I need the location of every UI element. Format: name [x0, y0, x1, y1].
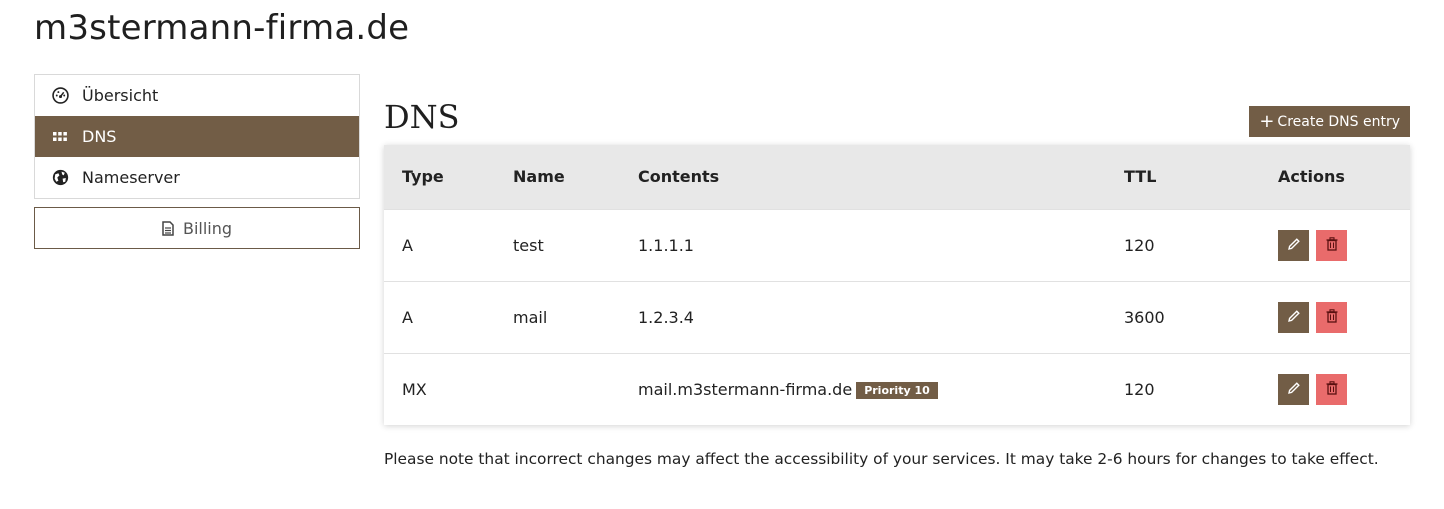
table-row: MX mail.m3stermann-firma.de Priority 10 1… — [384, 353, 1410, 425]
cell-name: test — [513, 235, 544, 255]
cell-ttl: 120 — [1124, 235, 1155, 255]
cell-type: A — [402, 235, 413, 255]
cell-name: mail — [513, 307, 548, 327]
site-title: m3stermann-firma.de — [34, 8, 410, 48]
delete-button[interactable] — [1316, 301, 1348, 333]
delete-button[interactable] — [1316, 229, 1348, 261]
cell-actions — [1260, 281, 1410, 353]
sidebar-nav: Übersicht DNS Nameserver — [34, 74, 360, 199]
billing-button[interactable]: Billing — [34, 207, 360, 249]
dns-table: Type Name Contents TTL Actions A test 1.… — [384, 145, 1410, 425]
column-header-actions: Actions — [1278, 167, 1345, 187]
cell-actions — [1260, 353, 1410, 425]
cell-contents: mail.m3stermann-firma.de Priority 10 — [620, 353, 1106, 425]
trash-icon — [1326, 308, 1338, 326]
sidebar-item-dns[interactable]: DNS — [35, 116, 359, 157]
cell-contents: 1.1.1.1 — [620, 209, 1106, 281]
plus-icon: + — [1259, 110, 1275, 132]
trash-icon — [1326, 236, 1338, 254]
globe-icon — [51, 169, 69, 187]
trash-icon — [1326, 381, 1338, 398]
cell-ttl: 3600 — [1124, 307, 1165, 327]
table-row: A mail 1.2.3.4 3600 — [384, 281, 1410, 353]
page-title: DNS — [384, 98, 460, 136]
contents-text: mail.m3stermann-firma.de — [638, 379, 853, 399]
cell-ttl: 120 — [1124, 379, 1155, 399]
delete-button[interactable] — [1316, 373, 1348, 405]
column-header-name: Name — [513, 167, 565, 187]
pencil-icon — [1287, 309, 1301, 326]
create-dns-entry-button[interactable]: + Create DNS entry — [1249, 106, 1410, 137]
column-header-contents: Contents — [638, 167, 720, 187]
cell-name — [495, 353, 620, 425]
contents-text: 1.2.3.4 — [638, 307, 694, 327]
pencil-icon — [1287, 381, 1301, 398]
cell-actions — [1260, 209, 1410, 281]
create-dns-entry-label: Create DNS entry — [1277, 113, 1400, 130]
edit-button[interactable] — [1278, 301, 1309, 333]
sidebar: Übersicht DNS Nameserver Billing — [34, 74, 360, 249]
edit-button[interactable] — [1278, 229, 1309, 261]
table-row: A test 1.1.1.1 120 — [384, 209, 1410, 281]
sidebar-item-label: Nameserver — [82, 168, 180, 187]
sidebar-item-label: Übersicht — [82, 86, 159, 105]
cell-type: MX — [402, 379, 427, 399]
table-header-row: Type Name Contents TTL Actions — [384, 145, 1410, 209]
grid-icon — [51, 128, 69, 146]
priority-badge: Priority 10 — [856, 381, 938, 399]
column-header-ttl: TTL — [1124, 167, 1157, 187]
dns-notice: Please note that incorrect changes may a… — [384, 450, 1379, 468]
billing-label: Billing — [182, 218, 233, 238]
document-icon — [162, 220, 174, 236]
sidebar-item-nameserver[interactable]: Nameserver — [35, 157, 359, 198]
sidebar-item-uebersicht[interactable]: Übersicht — [35, 75, 359, 116]
dashboard-icon — [51, 87, 69, 105]
cell-type: A — [402, 307, 413, 327]
pencil-icon — [1287, 237, 1301, 254]
sidebar-item-label: DNS — [82, 127, 117, 146]
edit-button[interactable] — [1278, 373, 1309, 405]
cell-contents: 1.2.3.4 — [620, 281, 1106, 353]
contents-text: 1.1.1.1 — [638, 235, 694, 255]
column-header-type: Type — [402, 167, 444, 187]
